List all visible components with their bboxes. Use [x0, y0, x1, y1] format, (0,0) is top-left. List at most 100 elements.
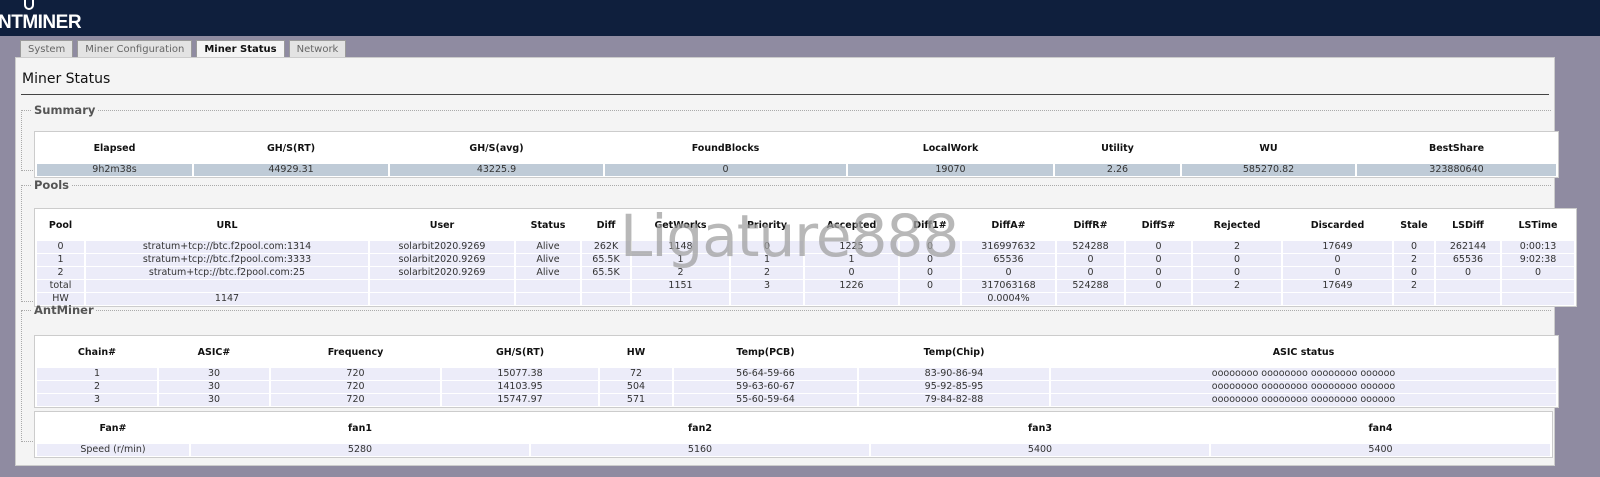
- table-cell: 55-60-59-64: [674, 394, 857, 406]
- table-cell: 65536: [1436, 254, 1500, 266]
- table-cell: stratum+tcp://btc.f2pool.com:3333: [86, 254, 368, 266]
- table-cell: 323880640: [1357, 164, 1556, 176]
- table-cell: 17649: [1283, 280, 1392, 292]
- table-cell: 1: [37, 254, 84, 266]
- table-cell: 0: [900, 254, 960, 266]
- table-cell: 83-90-86-94: [859, 368, 1049, 380]
- table-cell: 0: [805, 267, 898, 279]
- column-header: ASIC#: [197, 346, 231, 358]
- table-cell: 0: [962, 267, 1055, 279]
- table-cell: 17649: [1283, 241, 1392, 253]
- column-header: DiffS#: [1141, 219, 1176, 231]
- table-cell: 571: [600, 394, 672, 406]
- table-cell: 0: [1193, 267, 1281, 279]
- column-header: HW: [626, 346, 646, 358]
- table-cell: 0: [1283, 267, 1392, 279]
- column-header: Chain#: [77, 346, 117, 358]
- table-cell: [1436, 280, 1500, 292]
- table-cell: 0: [1057, 254, 1124, 266]
- table-cell: 65.5K: [582, 254, 630, 266]
- table-cell: 30: [159, 381, 269, 393]
- antminer-logo: NTMINER: [0, 12, 82, 33]
- table-cell: 9h2m38s: [37, 164, 192, 176]
- table-cell: 3: [731, 280, 803, 292]
- column-header: LocalWork: [922, 142, 979, 154]
- column-header: Rejected: [1213, 219, 1261, 231]
- table-cell: 0: [1126, 280, 1191, 292]
- column-header: fan2: [688, 422, 712, 434]
- table-cell: Alive: [516, 267, 580, 279]
- table-cell: 14103.95: [442, 381, 598, 393]
- table-row: total 1151 3 1226 0 317063168 524288 0 2 17649 2: [37, 280, 1574, 292]
- table-cell: [516, 280, 580, 292]
- table-cell: oooooooo oooooooo oooooooo oooooo: [1051, 394, 1556, 406]
- column-header: Temp(Chip): [923, 346, 985, 358]
- antminer-section: AntMiner Chain# ASIC# Frequency GH/S(RT) HW T…: [21, 303, 1559, 458]
- table-cell: 0: [1502, 267, 1574, 279]
- table-cell: 0: [1126, 241, 1191, 253]
- table-cell: 0: [605, 164, 846, 176]
- table-row: 2 30 720 14103.95 504 59-63-60-67 95-92-85-95 o…: [37, 381, 1556, 393]
- table-cell: 2: [1193, 280, 1281, 292]
- summary-legend: Summary: [34, 103, 96, 117]
- table-cell: Alive: [516, 254, 580, 266]
- table-cell: 9:02:38: [1502, 254, 1574, 266]
- table-cell: 0: [1126, 254, 1191, 266]
- content-panel: Miner Status Summary Elapsed GH/S(RT) GH/S…: [15, 57, 1577, 466]
- table-cell: 15747.97: [442, 394, 598, 406]
- tab-system[interactable]: System: [20, 40, 74, 58]
- table-cell: 1151: [632, 280, 729, 292]
- table-cell: 0: [1283, 254, 1392, 266]
- chains-table: Chain# ASIC# Frequency GH/S(RT) HW Temp(PCB) T…: [34, 335, 1559, 408]
- table-cell: 72: [600, 368, 672, 380]
- table-cell: 1: [731, 254, 803, 266]
- table-cell: 2: [632, 267, 729, 279]
- table-cell: 0: [1126, 267, 1191, 279]
- table-cell: 5160: [531, 444, 869, 456]
- column-header: Pool: [48, 219, 73, 231]
- table-cell: 0: [1394, 241, 1434, 253]
- table-cell: 1: [805, 254, 898, 266]
- table-cell: oooooooo oooooooo oooooooo oooooo: [1051, 381, 1556, 393]
- table-cell: 317063168: [962, 280, 1055, 292]
- column-header: URL: [216, 219, 238, 231]
- table-cell: 524288: [1057, 241, 1124, 253]
- summary-section: Summary Elapsed GH/S(RT) GH/S(avg) FoundBlo…: [21, 103, 1559, 178]
- column-header: Priority: [746, 219, 788, 231]
- table-cell: 1148: [632, 241, 729, 253]
- table-cell: 43225.9: [390, 164, 603, 176]
- table-cell: 0: [1057, 267, 1124, 279]
- column-header: GetWorks: [654, 219, 707, 231]
- table-cell: 3: [37, 394, 157, 406]
- pools-table: Pool URL User Status Diff GetWorks Priority Acc…: [34, 208, 1577, 307]
- table-cell: 0: [1436, 267, 1500, 279]
- table-cell: 79-84-82-88: [859, 394, 1049, 406]
- column-header: FoundBlocks: [691, 142, 760, 154]
- table-cell: 0: [37, 241, 84, 253]
- table-cell: 0:00:13: [1502, 241, 1574, 253]
- table-cell: 1: [37, 368, 157, 380]
- tab-network[interactable]: Network: [288, 40, 347, 58]
- table-cell: 59-63-60-67: [674, 381, 857, 393]
- tab-miner-configuration[interactable]: Miner Configuration: [77, 40, 193, 58]
- table-cell: 1226: [805, 280, 898, 292]
- table-cell: 720: [271, 381, 440, 393]
- table-cell: 15077.38: [442, 368, 598, 380]
- table-cell: 316997632: [962, 241, 1055, 253]
- header-row: Elapsed GH/S(RT) GH/S(avg) FoundBlocks Local…: [37, 133, 1556, 163]
- table-cell: solarbit2020.9269: [370, 254, 514, 266]
- table-cell: 2: [37, 381, 157, 393]
- table-cell: [370, 280, 514, 292]
- header-row: Pool URL User Status Diff GetWorks Priority Acc…: [37, 210, 1574, 240]
- table-cell: 2: [1193, 241, 1281, 253]
- table-row: 3 30 720 15747.97 571 55-60-59-64 79-84-82-88 o…: [37, 394, 1556, 406]
- table-cell: 2: [731, 267, 803, 279]
- page-title: Miner Status: [22, 71, 111, 87]
- column-header: Temp(PCB): [736, 346, 795, 358]
- header-row: Chain# ASIC# Frequency GH/S(RT) HW Temp(PCB) T…: [37, 337, 1556, 367]
- column-header: Frequency: [327, 346, 384, 358]
- table-cell: 5400: [1211, 444, 1550, 456]
- column-header: Fan#: [99, 422, 127, 434]
- table-cell: stratum+tcp://btc.f2pool.com:25: [86, 267, 368, 279]
- table-cell: 0: [731, 241, 803, 253]
